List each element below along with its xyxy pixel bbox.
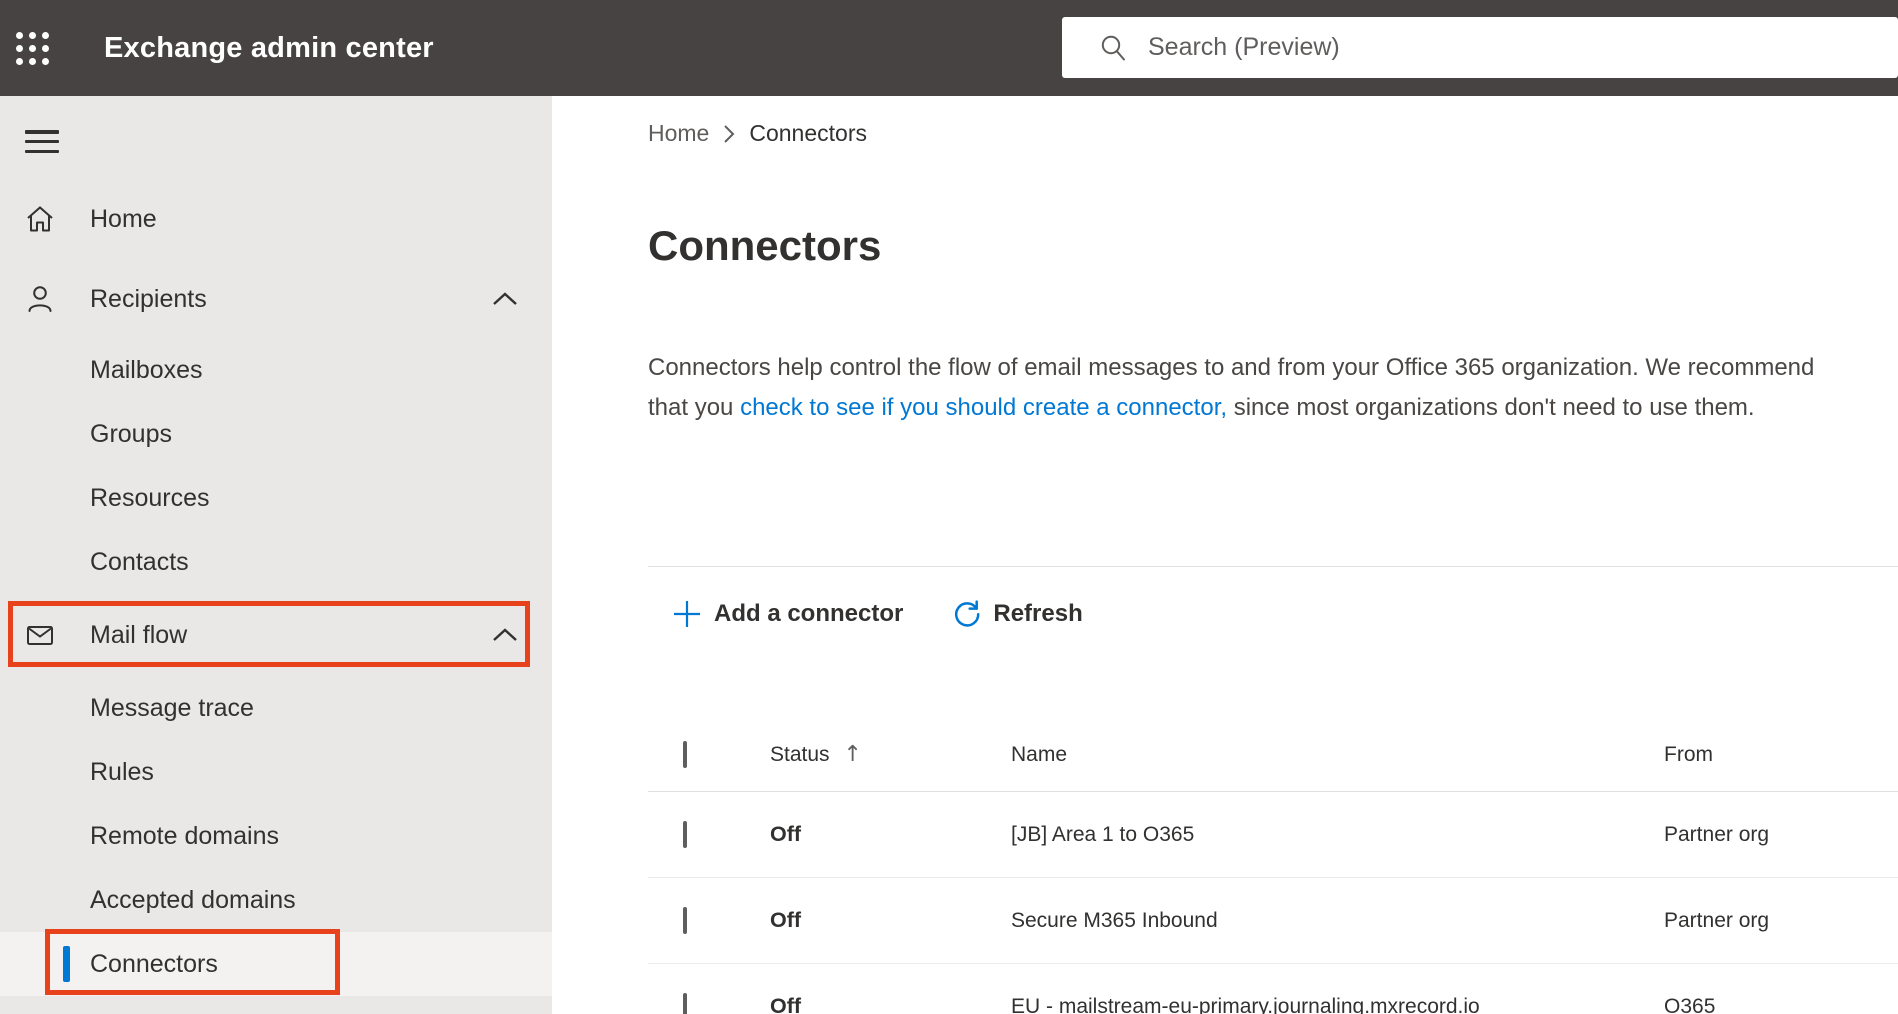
sidebar-item-rules[interactable]: Rules <box>0 740 552 804</box>
sidebar-item-mail-flow[interactable]: Mail flow <box>0 603 552 667</box>
column-header-status[interactable]: Status <box>770 743 830 767</box>
chevron-up-icon[interactable] <box>492 292 518 306</box>
table-row[interactable]: Off Secure M365 Inbound Partner org <box>648 878 1898 964</box>
add-connector-button[interactable]: Add a connector <box>664 597 909 631</box>
home-icon <box>24 203 56 235</box>
column-header-name[interactable]: Name <box>1011 743 1664 767</box>
cell-from: O365 <box>1664 994 1716 1014</box>
connectors-table: Status ↑ Name From Off [JB] Area 1 to O3… <box>648 718 1898 1014</box>
sidebar-item-accepted-domains[interactable]: Accepted domains <box>0 868 552 932</box>
search-input[interactable] <box>1146 32 1750 63</box>
app-launcher-icon <box>15 31 49 65</box>
sidebar-item-label: Groups <box>90 419 172 448</box>
sort-ascending-icon[interactable]: ↑ <box>844 742 862 767</box>
cell-from: Partner org <box>1664 822 1770 846</box>
person-icon <box>24 283 56 315</box>
cell-name[interactable]: EU - mailstream-eu-primary.journaling.mx… <box>1011 995 1664 1014</box>
table-row[interactable]: Off EU - mailstream-eu-primary.journalin… <box>648 964 1898 1014</box>
chevron-up-icon[interactable] <box>492 628 518 642</box>
hamburger-menu-button[interactable] <box>25 130 59 153</box>
page-title: Connectors <box>648 222 882 269</box>
sidebar-item-label: Resources <box>90 483 210 512</box>
sidebar-item-label: Mail flow <box>90 620 188 649</box>
sidebar-item-recipients[interactable]: Recipients <box>0 267 552 331</box>
selected-indicator <box>63 946 70 982</box>
chevron-right-icon <box>723 124 735 144</box>
sidebar-navigation: Home Recipients Mailboxes Groups Resourc… <box>0 96 552 1014</box>
sidebar-item-label: Connectors <box>90 949 218 978</box>
sidebar-item-home[interactable]: Home <box>0 187 552 251</box>
table-header-row: Status ↑ Name From <box>648 718 1898 792</box>
breadcrumb-current: Connectors <box>749 120 867 146</box>
plus-icon <box>670 597 704 631</box>
search-icon <box>1098 33 1128 63</box>
top-bar: Exchange admin center <box>0 0 1898 96</box>
sidebar-item-resources[interactable]: Resources <box>0 466 552 530</box>
cell-status: Off <box>770 994 802 1014</box>
row-checkbox[interactable] <box>683 820 687 848</box>
sidebar-item-groups[interactable]: Groups <box>0 402 552 466</box>
exchange-admin-center-page: Exchange admin center Home <box>0 0 1898 1014</box>
row-checkbox[interactable] <box>683 906 687 934</box>
add-connector-label: Add a connector <box>714 600 904 627</box>
breadcrumb-home-link[interactable]: Home <box>648 120 709 147</box>
mail-icon <box>24 619 56 651</box>
toolbar: Add a connector Refresh <box>664 586 1089 642</box>
app-launcher-button[interactable] <box>0 0 64 96</box>
refresh-icon <box>951 598 983 630</box>
sidebar-item-label: Rules <box>90 757 154 786</box>
sidebar-item-mailboxes[interactable]: Mailboxes <box>0 338 552 402</box>
toolbar-divider <box>648 566 1898 567</box>
app-title: Exchange admin center <box>104 31 434 64</box>
cell-name[interactable]: [JB] Area 1 to O365 <box>1011 823 1664 847</box>
sidebar-item-connectors[interactable]: Connectors <box>0 932 552 996</box>
main-content: Home Connectors Connectors Connectors he… <box>552 96 1898 1014</box>
cell-from: Partner org <box>1664 908 1770 932</box>
sidebar-item-remote-domains[interactable]: Remote domains <box>0 804 552 868</box>
sidebar-item-label: Message trace <box>90 693 254 722</box>
refresh-button[interactable]: Refresh <box>945 598 1088 630</box>
create-connector-check-link[interactable]: check to see if you should create a conn… <box>740 394 1227 421</box>
cell-status: Off <box>770 908 802 932</box>
sidebar-item-message-trace[interactable]: Message trace <box>0 676 552 740</box>
table-row[interactable]: Off [JB] Area 1 to O365 Partner org <box>648 792 1898 878</box>
sidebar-item-label: Recipients <box>90 284 207 313</box>
row-checkbox[interactable] <box>683 992 687 1014</box>
column-header-from[interactable]: From <box>1664 743 1898 767</box>
breadcrumb: Home Connectors <box>648 120 867 147</box>
cell-name[interactable]: Secure M365 Inbound <box>1011 909 1664 933</box>
description-text-after: since most organizations don't need to u… <box>1227 394 1755 421</box>
sidebar-item-contacts[interactable]: Contacts <box>0 530 552 594</box>
sidebar-item-label: Home <box>90 204 157 233</box>
sidebar-item-label: Mailboxes <box>90 355 203 384</box>
sidebar-item-label: Accepted domains <box>90 885 296 914</box>
sidebar-item-label: Contacts <box>90 547 189 576</box>
page-description: Connectors help control the flow of emai… <box>648 348 1858 428</box>
select-all-checkbox[interactable] <box>683 740 687 768</box>
refresh-label: Refresh <box>993 600 1083 627</box>
cell-status: Off <box>770 822 802 846</box>
sidebar-item-label: Remote domains <box>90 821 279 850</box>
search-box[interactable] <box>1062 17 1898 78</box>
